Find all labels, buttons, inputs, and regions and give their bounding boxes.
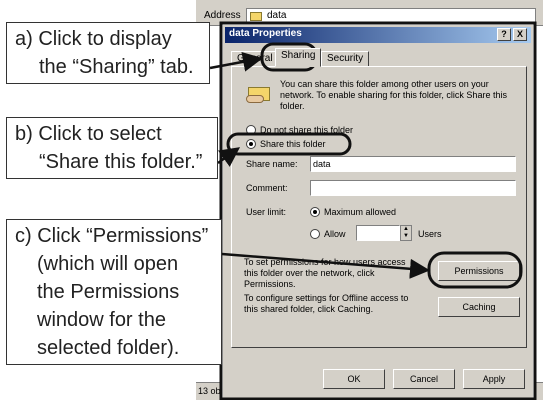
callout-c: c) Click “Permissions” (which will open … — [6, 219, 222, 365]
arrow-a — [209, 51, 263, 72]
dialog-highlight-frame — [219, 21, 537, 400]
callout-c-line-3: the Permissions — [37, 281, 180, 303]
callout-c-line-5: selected folder). — [37, 337, 180, 359]
permissions-highlight — [427, 251, 523, 289]
callout-c-line-2: (which will open — [37, 253, 179, 275]
callout-b-line-2: “Share this folder.” — [39, 151, 203, 173]
callout-a-line-1: a) Click to display — [15, 28, 172, 50]
callout-a-line-2: the “Sharing” tab. — [39, 56, 194, 78]
tab-sharing[interactable]: Sharing — [275, 48, 322, 67]
callout-c-line-1: c) Click “Permissions” — [15, 225, 209, 247]
arrow-c — [221, 252, 430, 279]
callout-c-line-4: window for the — [37, 309, 166, 331]
callout-a: a) Click to display the “Sharing” tab. — [6, 22, 210, 84]
callout-b-line-1: b) Click to select — [15, 123, 162, 145]
callout-b: b) Click to select “Share this folder.” — [6, 117, 218, 179]
share-folder-highlight — [226, 132, 352, 156]
